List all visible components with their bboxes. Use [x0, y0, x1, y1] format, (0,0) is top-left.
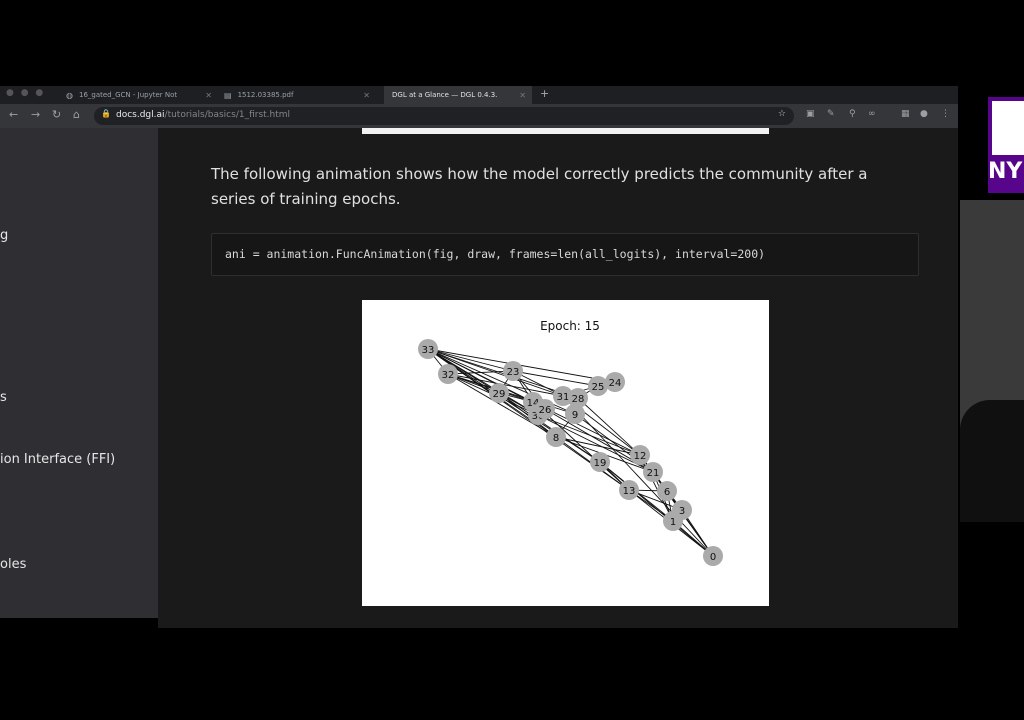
graph-node: 32 [438, 364, 458, 384]
lock-icon: 🔒 [101, 109, 111, 118]
graph-node-label: 21 [647, 468, 660, 479]
extension-icon[interactable]: ✎ [827, 109, 835, 119]
graph-node: 33 [418, 339, 438, 359]
extension-icon[interactable]: ▦ [901, 109, 910, 119]
graph-node-label: 25 [592, 382, 605, 393]
graph-node-label: 26 [539, 405, 552, 416]
webcam-person [960, 400, 1024, 522]
graph-node: 21 [643, 462, 663, 482]
back-icon[interactable]: ← [9, 108, 18, 121]
tab-label: 1512.03385.pdf [237, 91, 294, 99]
extension-icon[interactable]: ⚲ [849, 109, 856, 119]
tab-pdf[interactable]: ▤ 1512.03385.pdf ✕ [216, 86, 376, 104]
graph-node: 25 [588, 376, 608, 396]
window-controls[interactable]: ● ● ● [6, 88, 45, 98]
previous-figure-edge [362, 128, 769, 134]
menu-icon[interactable]: ⋮ [941, 109, 950, 119]
graph-node-label: 6 [664, 487, 670, 498]
sidebar-item[interactable]: g [0, 228, 8, 243]
graph-node: 9 [565, 404, 585, 424]
extension-icon[interactable]: ∞ [868, 109, 876, 119]
graph-node-label: 28 [572, 394, 585, 405]
graph-node-label: 9 [572, 410, 578, 421]
graph-node-label: 24 [609, 378, 622, 389]
graph-node: 26 [535, 399, 555, 419]
animation-figure: Epoch: 15 33 32 23 29 25 24 14 30 26 31 28 9 8 19 12 21… [362, 300, 769, 606]
tab-label: 16_gated_GCN - Jupyter Not [78, 91, 178, 99]
code-line: ani = animation.FuncAnimation(fig, draw,… [225, 247, 766, 261]
new-tab-button[interactable]: + [540, 87, 549, 100]
webcam-feed [960, 200, 1024, 522]
graph-node: 0 [703, 546, 723, 566]
graph-node: 8 [546, 427, 566, 447]
address-bar[interactable]: 🔒 docs.dgl.ai/tutorials/basics/1_first.h… [94, 107, 794, 125]
graph-node: 12 [630, 445, 650, 465]
jupyter-icon: ◍ [66, 90, 73, 100]
graph-edge [512, 370, 599, 387]
nyu-logo: NY [988, 97, 1024, 193]
graph-node-label: 29 [493, 389, 506, 400]
graph-node: 29 [489, 383, 509, 403]
graph-node-label: 19 [594, 458, 607, 469]
graph-node-label: 33 [422, 345, 435, 356]
home-icon[interactable]: ⌂ [73, 108, 80, 121]
graph-node: 19 [590, 452, 610, 472]
reload-icon[interactable]: ↻ [52, 108, 61, 121]
profile-icon[interactable]: ● [920, 109, 928, 119]
graph-node: 13 [619, 480, 639, 500]
browser-toolbar: ← → ↻ ⌂ 🔒 docs.dgl.ai/tutorials/basics/1… [0, 104, 958, 128]
graph-node-label: 8 [553, 433, 559, 444]
graph-node: 6 [657, 481, 677, 501]
graph-node-label: 0 [710, 552, 716, 563]
url-text: docs.dgl.ai/tutorials/basics/1_first.htm… [116, 110, 291, 120]
screen: ● ● ● ◍ 16_gated_GCN - Jupyter Not ✕ ▤ 1… [0, 0, 1024, 720]
extension-icon[interactable]: ▣ [806, 109, 815, 119]
bookmark-star-icon[interactable]: ☆ [778, 109, 786, 119]
pdf-icon: ▤ [224, 90, 232, 100]
graph-node-label: 13 [623, 486, 636, 497]
sidebar-item-ffi[interactable]: ion Interface (FFI) [0, 452, 115, 467]
description-paragraph: The following animation shows how the mo… [211, 165, 868, 208]
docs-sidebar: g s ion Interface (FFI) oles [0, 128, 158, 618]
close-icon[interactable]: ✕ [519, 91, 526, 100]
graph-node: 23 [503, 361, 523, 381]
graph-node: 1 [663, 511, 683, 531]
graph-node-label: 12 [634, 451, 647, 462]
graph-node-label: 23 [507, 367, 520, 378]
graph-node-label: 31 [557, 392, 570, 403]
torch-icon [992, 101, 1024, 155]
graph-edge [562, 395, 714, 557]
graph-node-label: 32 [442, 370, 455, 381]
code-block: ani = animation.FuncAnimation(fig, draw,… [211, 233, 919, 276]
sidebar-item[interactable]: oles [0, 557, 26, 572]
logo-text: NY [988, 159, 1023, 184]
tab-jupyter[interactable]: ◍ 16_gated_GCN - Jupyter Not ✕ [58, 86, 218, 104]
figure-title: Epoch: 15 [540, 319, 600, 333]
close-icon[interactable]: ✕ [205, 91, 212, 100]
forward-icon[interactable]: → [31, 108, 40, 121]
tab-label: DGL at a Glance — DGL 0.4.3. [392, 91, 498, 99]
graph-node: 24 [605, 372, 625, 392]
browser-tab-bar: ● ● ● ◍ 16_gated_GCN - Jupyter Not ✕ ▤ 1… [0, 86, 958, 104]
graph-node-label: 1 [670, 517, 676, 528]
graph-plot: Epoch: 15 3332 232925 2414302631 2898191221… [418, 319, 723, 566]
sidebar-item[interactable]: s [0, 390, 7, 405]
tab-dgl[interactable]: DGL at a Glance — DGL 0.4.3. ✕ [384, 86, 532, 104]
close-icon[interactable]: ✕ [363, 91, 370, 100]
